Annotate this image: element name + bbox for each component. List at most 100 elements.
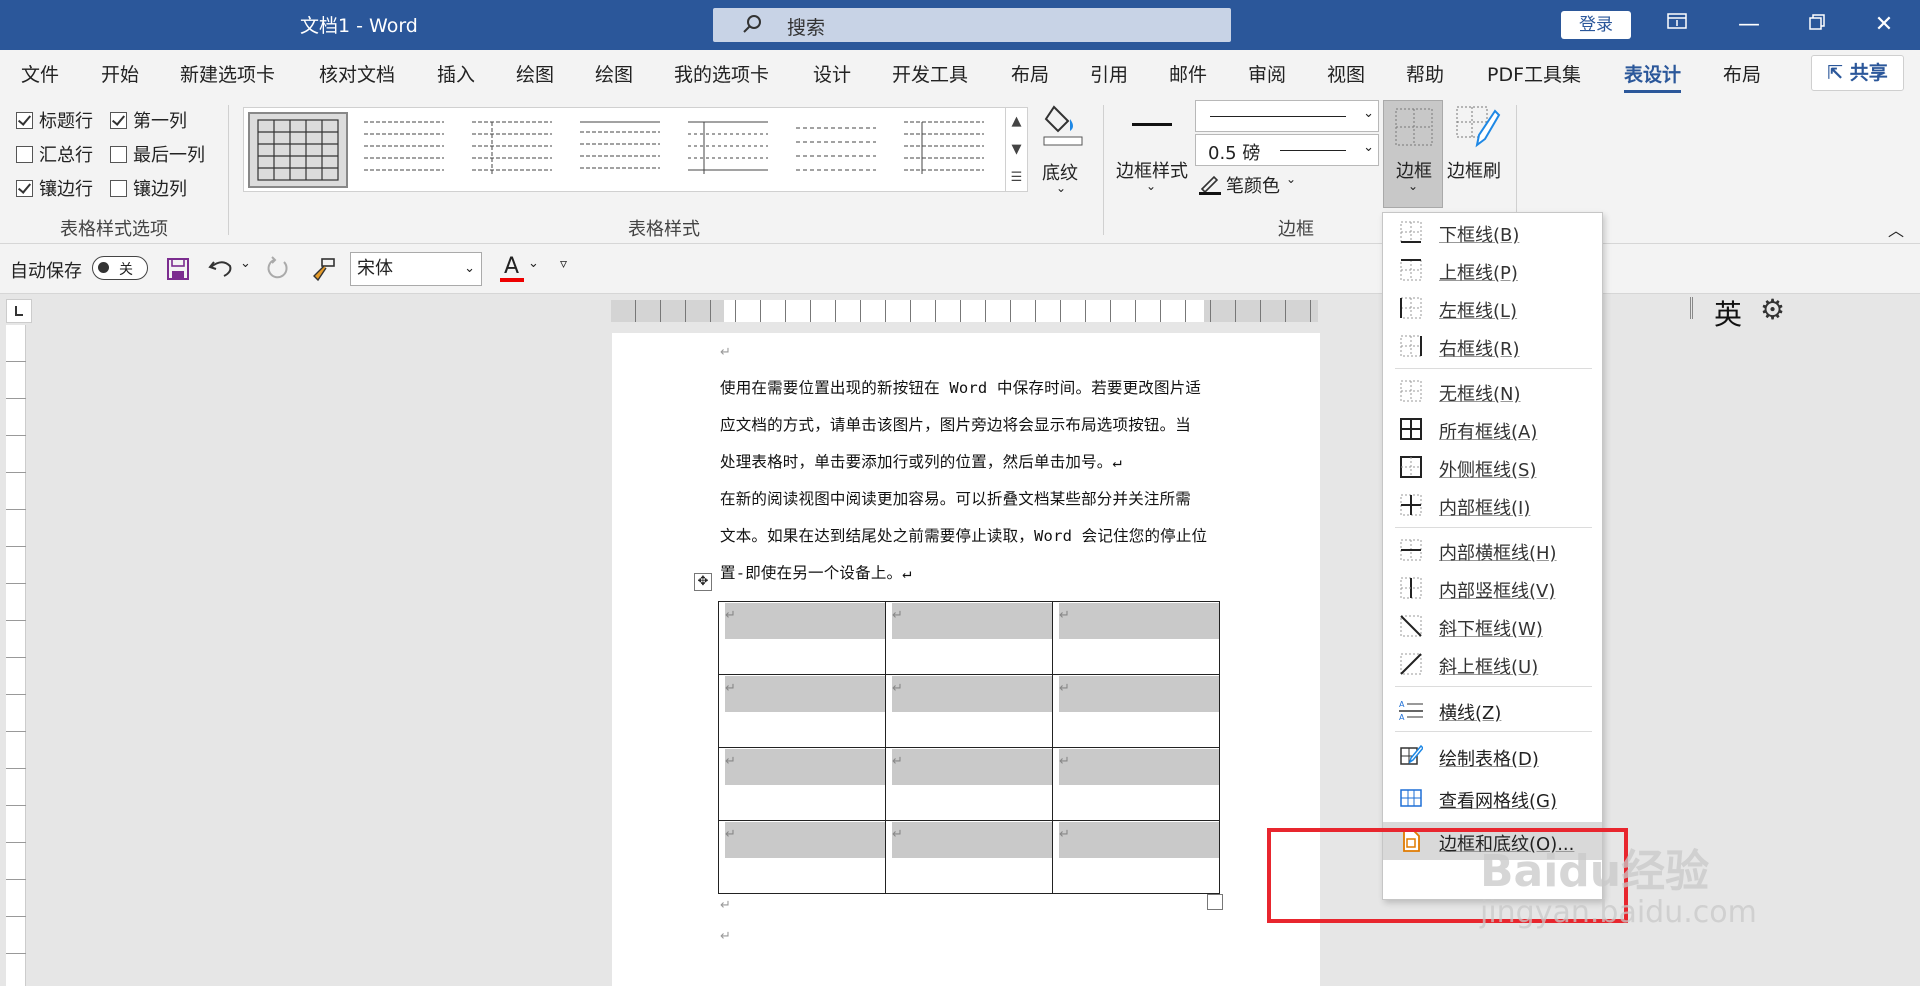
collapse-ribbon-icon[interactable]: ︿	[1888, 217, 1904, 241]
paragraph-line[interactable]: 应文档的方式，请单击该图片，图片旁边将会显示布局选项按钮。当	[720, 413, 1191, 435]
redo-icon[interactable]	[264, 256, 290, 282]
first-column-checkbox[interactable]: 第一列	[110, 107, 187, 133]
table-style-4[interactable]	[572, 112, 672, 188]
tab-review[interactable]: 审阅	[1248, 60, 1286, 87]
borders-button[interactable]: 边框 ⌄	[1383, 100, 1443, 208]
gallery-more-icon[interactable]: ☰	[1005, 164, 1027, 192]
menu-item-top-border[interactable]: 上框线(P)	[1383, 251, 1602, 289]
menu-item-draw-table[interactable]: 绘制表格(D)	[1383, 737, 1602, 775]
pen-style-dropdown[interactable]: ⌄	[1195, 100, 1379, 132]
pen-color-button[interactable]: 笔颜色 ⌄	[1198, 171, 1298, 199]
customize-qat-icon[interactable]: ▿	[560, 256, 567, 272]
ribbon-display-options-icon[interactable]	[1657, 8, 1697, 42]
checkbox-total-row[interactable]	[16, 145, 33, 163]
border-styles-button[interactable]: 边框样式 ⌄	[1116, 101, 1192, 211]
document-table[interactable]: ↵ ↵ ↵ ↵ ↵ ↵ ↵ ↵ ↵ ↵ ↵ ↵	[718, 601, 1220, 894]
tab-insert[interactable]: 插入	[437, 60, 475, 87]
table-cell[interactable]: ↵	[1052, 820, 1220, 894]
table-cell[interactable]: ↵	[885, 674, 1053, 748]
menu-item-inside-horizontal-border[interactable]: 内部横框线(H)	[1383, 531, 1602, 569]
paragraph-line[interactable]: 处理表格时，单击要添加行或列的位置，然后单击加号。↵	[720, 450, 1122, 472]
autosave-toggle[interactable]: 关	[92, 256, 148, 280]
table-cell[interactable]: ↵	[718, 820, 886, 894]
tab-my-tab[interactable]: 我的选项卡	[674, 60, 769, 87]
total-row-checkbox[interactable]: 汇总行	[16, 141, 93, 167]
checkbox-banded-columns[interactable]	[110, 179, 127, 197]
checkbox-header-row[interactable]	[16, 111, 33, 129]
tab-draw-2[interactable]: 绘图	[595, 60, 633, 87]
format-painter-icon[interactable]	[310, 256, 336, 282]
close-icon[interactable]: ✕	[1864, 8, 1904, 42]
share-button[interactable]: ⇱ 共享	[1811, 55, 1904, 91]
table-cell[interactable]: ↵	[1052, 674, 1220, 748]
menu-item-inside-vertical-border[interactable]: 内部竖框线(V)	[1383, 569, 1602, 607]
restore-icon[interactable]	[1797, 8, 1837, 42]
checkbox-first-column[interactable]	[110, 111, 127, 129]
tab-help[interactable]: 帮助	[1406, 60, 1444, 87]
paragraph-line[interactable]: 置-即使在另一个设备上。↵	[720, 561, 912, 583]
save-icon[interactable]	[166, 257, 190, 281]
table-cell[interactable]: ↵	[1052, 747, 1220, 821]
table-style-5[interactable]	[680, 112, 780, 188]
table-cell[interactable]: ↵	[718, 747, 886, 821]
menu-item-diagonal-up-border[interactable]: 斜上框线(U)	[1383, 645, 1602, 683]
tab-check-doc[interactable]: 核对文档	[319, 60, 395, 87]
border-painter-button[interactable]: 边框刷	[1447, 101, 1509, 201]
ime-drag-handle[interactable]	[1690, 297, 1693, 319]
menu-item-right-border[interactable]: 右框线(R)	[1383, 327, 1602, 365]
menu-item-bottom-border[interactable]: 下框线(B)	[1383, 213, 1602, 251]
menu-item-horizontal-line[interactable]: AA 横线(Z)	[1383, 691, 1602, 729]
minimize-icon[interactable]: —	[1729, 8, 1769, 42]
tab-stop-selector-icon[interactable]	[6, 299, 32, 323]
font-name-dropdown[interactable]: 宋体 ⌄	[350, 252, 482, 286]
tab-layout[interactable]: 布局	[1011, 60, 1049, 87]
table-cell[interactable]: ↵	[885, 820, 1053, 894]
shading-button[interactable]: 底纹 ⌄	[1036, 101, 1086, 201]
ime-language-indicator[interactable]: 英	[1714, 293, 1742, 333]
menu-item-left-border[interactable]: 左框线(L)	[1383, 289, 1602, 327]
tab-developer[interactable]: 开发工具	[892, 60, 968, 87]
tab-references[interactable]: 引用	[1090, 60, 1128, 87]
pen-weight-dropdown[interactable]: 0.5 磅 ⌄	[1195, 134, 1379, 166]
last-column-checkbox[interactable]: 最后一列	[110, 141, 205, 167]
table-style-6[interactable]	[788, 112, 888, 188]
table-style-3[interactable]	[464, 112, 564, 188]
tab-home[interactable]: 开始	[101, 60, 139, 87]
banded-rows-checkbox[interactable]: 镶边行	[16, 175, 93, 201]
table-cell[interactable]: ↵	[885, 601, 1053, 675]
tab-table-design[interactable]: 表设计	[1624, 60, 1682, 93]
tab-design[interactable]: 设计	[813, 60, 851, 87]
menu-item-diagonal-down-border[interactable]: 斜下框线(W)	[1383, 607, 1602, 645]
table-cell[interactable]: ↵	[718, 601, 886, 675]
gallery-scroll-up-icon[interactable]: ▲	[1005, 108, 1027, 136]
menu-item-inside-borders[interactable]: 内部框线(I)	[1383, 486, 1602, 524]
table-style-1[interactable]	[248, 112, 348, 188]
table-resize-handle[interactable]	[1207, 894, 1223, 910]
search-input[interactable]: 搜索	[713, 8, 1231, 42]
checkbox-last-column[interactable]	[110, 145, 127, 163]
tab-draw[interactable]: 绘图	[516, 60, 554, 87]
paragraph-line[interactable]: 文本。如果在达到结尾处之前需要停止读取，Word 会记住您的停止位	[720, 524, 1207, 546]
font-color-button[interactable]: A	[500, 254, 526, 284]
tab-pdf-tools[interactable]: PDF工具集	[1487, 60, 1581, 87]
table-cell[interactable]: ↵	[1052, 601, 1220, 675]
menu-item-view-gridlines[interactable]: 查看网格线(G)	[1383, 779, 1602, 817]
paragraph-line[interactable]: 使用在需要位置出现的新按钮在 Word 中保存时间。若要更改图片适	[720, 376, 1201, 398]
gear-icon[interactable]: ⚙	[1760, 293, 1785, 326]
menu-item-outside-borders[interactable]: 外侧框线(S)	[1383, 448, 1602, 486]
tab-mailings[interactable]: 邮件	[1169, 60, 1207, 87]
table-move-handle-icon[interactable]: ✥	[694, 573, 712, 591]
menu-item-no-border[interactable]: 无框线(N)	[1383, 372, 1602, 410]
paragraph-line[interactable]: 在新的阅读视图中阅读更加容易。可以折叠文档某些部分并关注所需	[720, 487, 1191, 509]
login-button[interactable]: 登录	[1561, 11, 1631, 39]
gallery-scroll-down-icon[interactable]: ▼	[1005, 136, 1027, 164]
tab-table-layout[interactable]: 布局	[1723, 60, 1761, 87]
header-row-checkbox[interactable]: 标题行	[16, 107, 93, 133]
checkbox-banded-rows[interactable]	[16, 179, 33, 197]
table-style-2[interactable]	[356, 112, 456, 188]
tab-view[interactable]: 视图	[1327, 60, 1365, 87]
undo-icon[interactable]	[208, 256, 234, 280]
menu-item-all-borders[interactable]: 所有框线(A)	[1383, 410, 1602, 448]
banded-columns-checkbox[interactable]: 镶边列	[110, 175, 187, 201]
table-cell[interactable]: ↵	[885, 747, 1053, 821]
